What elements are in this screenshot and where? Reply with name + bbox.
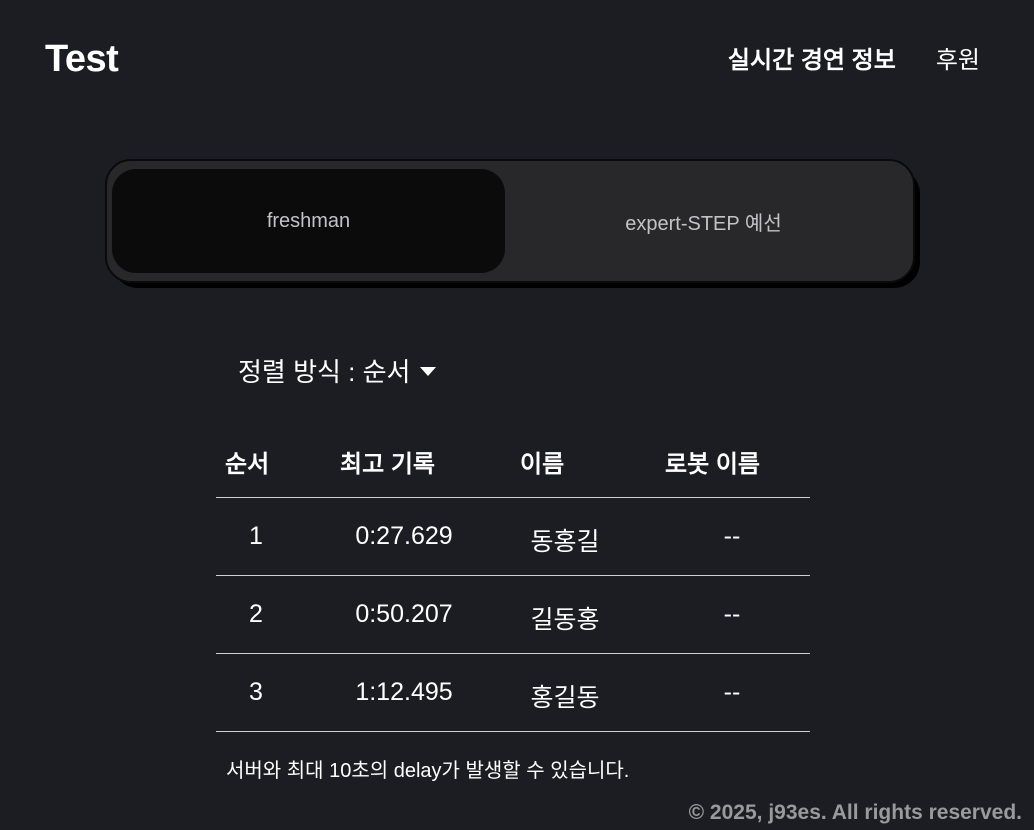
- cell-name: 길동홍: [530, 606, 600, 634]
- cell-order: 3: [249, 678, 263, 706]
- tab-expert-step-prelim[interactable]: expert-STEP 예선: [507, 169, 900, 273]
- copyright-footer: © 2025, j93es. All rights reserved.: [688, 801, 1022, 824]
- nav-live-contest-info[interactable]: 실시간 경연 정보: [728, 40, 896, 75]
- cell-robot-name: --: [723, 678, 741, 706]
- sort-label: 정렬 방식 : 순서: [238, 357, 411, 387]
- column-header-name[interactable]: 이름: [520, 444, 564, 479]
- table-row[interactable]: 1 0:27.629 동홍길 --: [216, 498, 810, 576]
- delay-notice: 서버와 최대 10초의 delay가 발생할 수 있습니다.: [226, 760, 630, 782]
- cell-robot-name: --: [723, 600, 741, 628]
- cell-order: 1: [249, 522, 263, 550]
- column-header-robot-name[interactable]: 로봇 이름: [665, 444, 760, 479]
- cell-best-record: 0:27.629: [355, 522, 453, 550]
- table-row[interactable]: 2 0:50.207 길동홍 --: [216, 576, 810, 654]
- logo[interactable]: Test: [45, 38, 119, 81]
- contest-tabs: freshman expert-STEP 예선: [105, 159, 915, 283]
- tab-freshman[interactable]: freshman: [112, 169, 505, 273]
- cell-name: 홍길동: [530, 684, 600, 712]
- cell-best-record: 1:12.495: [355, 678, 453, 706]
- nav-donate[interactable]: 후원: [936, 40, 980, 75]
- column-header-best-record[interactable]: 최고 기록: [340, 444, 435, 479]
- cell-best-record: 0:50.207: [355, 600, 453, 628]
- cell-robot-name: --: [723, 522, 741, 550]
- table-row[interactable]: 3 1:12.495 홍길동 --: [216, 654, 810, 732]
- top-nav: 실시간 경연 정보 후원: [728, 40, 980, 75]
- results-table: 순서 최고 기록 이름 로봇 이름 1 0:27.629 동홍길 -- 2 0:…: [216, 420, 810, 732]
- column-header-order[interactable]: 순서: [225, 444, 269, 479]
- cell-order: 2: [249, 600, 263, 628]
- table-header: 순서 최고 기록 이름 로봇 이름: [216, 420, 810, 498]
- cell-name: 동홍길: [530, 528, 600, 556]
- sort-dropdown[interactable]: 정렬 방식 : 순서: [238, 352, 437, 389]
- caret-down-icon: [420, 367, 437, 376]
